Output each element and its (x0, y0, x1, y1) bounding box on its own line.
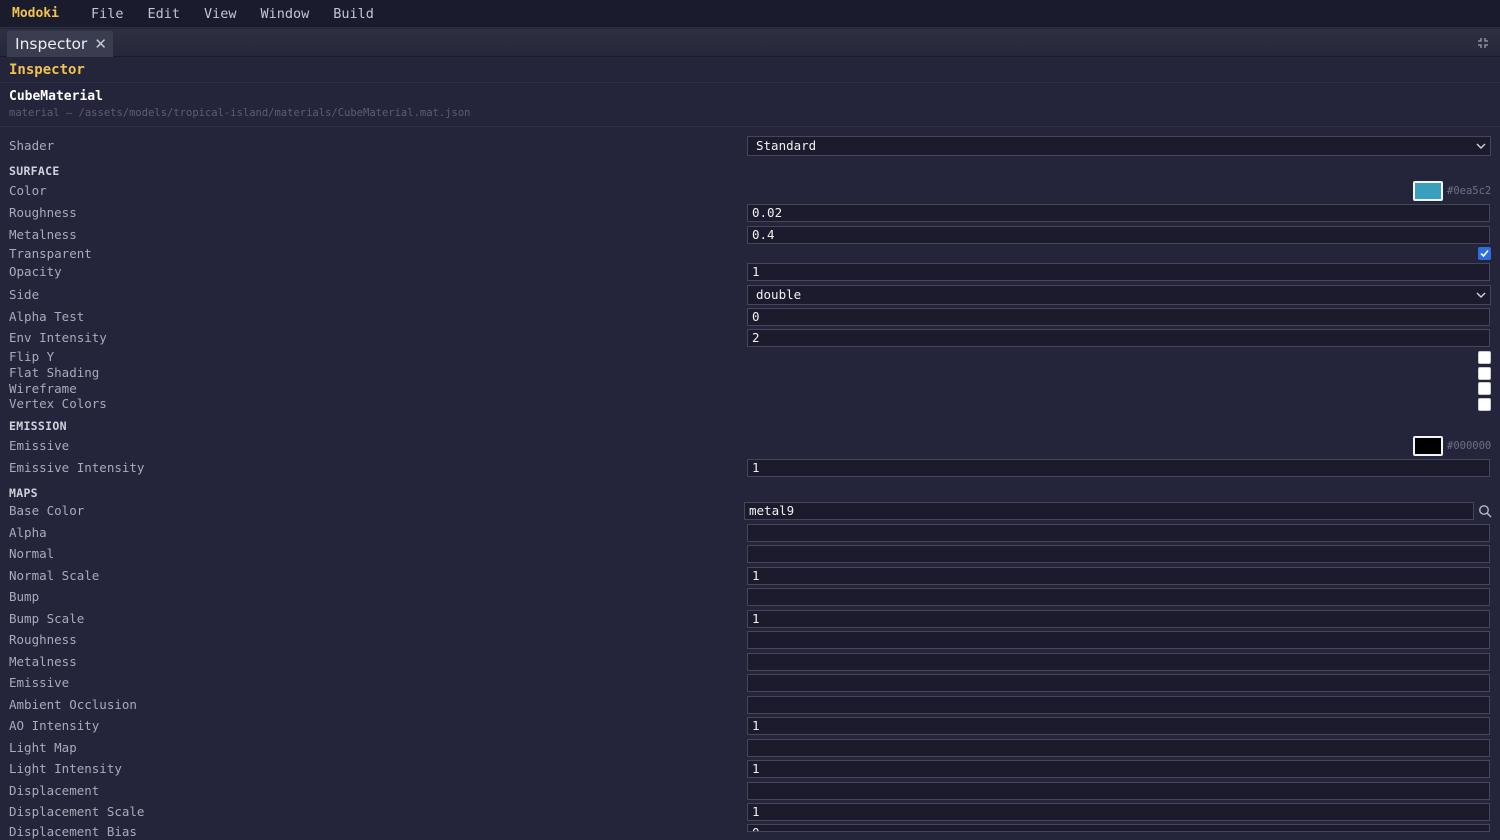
alpha-test-input[interactable]: 0 (747, 308, 1490, 326)
tab-inspector[interactable]: Inspector ✕ (7, 31, 113, 57)
map-label: Ambient Occlusion (9, 697, 137, 712)
metalness-label: Metalness (9, 227, 77, 242)
side-label: Side (9, 287, 40, 302)
map-label: Base Color (9, 503, 85, 518)
close-icon[interactable]: ✕ (94, 36, 107, 52)
alpha-test-label: Alpha Test (9, 309, 85, 324)
map-input[interactable]: 1 (747, 760, 1490, 778)
map-input[interactable]: 1 (747, 803, 1490, 821)
map-input[interactable] (747, 674, 1490, 692)
wireframe-checkbox[interactable] (1478, 382, 1491, 395)
flip-y-checkbox[interactable] (1478, 351, 1491, 364)
side-value: double (756, 287, 802, 302)
emissive-swatch[interactable] (1413, 436, 1443, 456)
map-input[interactable] (747, 696, 1490, 714)
flip-y-label: Flip Y (9, 349, 55, 364)
roughness-label: Roughness (9, 205, 77, 220)
map-label: Normal (9, 546, 55, 561)
color-swatch[interactable] (1413, 181, 1443, 201)
map-label: Emissive (9, 675, 70, 690)
transparent-label: Transparent (9, 246, 92, 261)
emissive-intensity-label: Emissive Intensity (9, 460, 145, 475)
asset-path: material — /assets/models/tropical-islan… (9, 107, 471, 119)
map-label: Light Map (9, 740, 77, 755)
map-input[interactable]: 1 (747, 610, 1490, 628)
map-label: Displacement Scale (9, 804, 145, 819)
vertex-colors-checkbox[interactable] (1478, 398, 1491, 411)
app-brand: Modoki (12, 6, 59, 21)
map-input[interactable]: 0 (747, 824, 1490, 832)
emissive-intensity-input[interactable]: 1 (747, 459, 1490, 477)
map-input[interactable]: 1 (747, 717, 1490, 735)
menu-bar: Modoki File Edit View Window Build (0, 0, 1500, 28)
menu-window[interactable]: Window (261, 6, 310, 22)
asset-name: CubeMaterial (9, 89, 103, 104)
side-select[interactable]: double (747, 285, 1491, 305)
flat-shading-checkbox[interactable] (1478, 367, 1491, 380)
map-input[interactable] (747, 782, 1490, 800)
map-input[interactable] (747, 739, 1490, 757)
divider (0, 82, 1500, 83)
shader-select[interactable]: Standard (747, 136, 1491, 156)
check-icon (1480, 249, 1489, 258)
map-label: Metalness (9, 654, 77, 669)
map-label: AO Intensity (9, 718, 100, 733)
compress-icon[interactable] (1477, 37, 1489, 49)
color-hex: #0ea5c2 (1447, 185, 1492, 197)
map-label: Bump (9, 589, 40, 604)
vertex-colors-label: Vertex Colors (9, 396, 107, 411)
tab-bar: Inspector ✕ (0, 29, 1500, 57)
map-label: Displacement (9, 783, 100, 798)
divider (0, 126, 1500, 127)
section-surface: SURFACE (9, 164, 60, 178)
map-label: Normal Scale (9, 568, 100, 583)
map-input[interactable] (747, 588, 1490, 606)
transparent-checkbox[interactable] (1478, 247, 1491, 260)
env-intensity-input[interactable]: 2 (747, 329, 1490, 347)
shader-value: Standard (756, 138, 817, 153)
section-maps: MAPS (9, 486, 38, 500)
opacity-label: Opacity (9, 264, 62, 279)
map-label: Alpha (9, 525, 47, 540)
shader-label: Shader (9, 138, 55, 153)
search-icon[interactable] (1478, 504, 1492, 518)
map-label: Bump Scale (9, 611, 85, 626)
emissive-label: Emissive (9, 438, 70, 453)
map-input[interactable] (747, 545, 1490, 563)
roughness-input[interactable]: 0.02 (747, 204, 1490, 222)
map-input[interactable] (747, 524, 1490, 542)
opacity-input[interactable]: 1 (747, 263, 1490, 281)
env-intensity-label: Env Intensity (9, 330, 107, 345)
menu-edit[interactable]: Edit (147, 6, 180, 22)
flat-shading-label: Flat Shading (9, 365, 100, 380)
menu-build[interactable]: Build (333, 6, 374, 22)
section-emission: EMISSION (9, 419, 67, 433)
panel-title: Inspector (9, 62, 85, 78)
map-input[interactable] (747, 653, 1490, 671)
menu-file[interactable]: File (91, 6, 124, 22)
map-label: Roughness (9, 632, 77, 647)
tab-title: Inspector (15, 35, 88, 53)
emissive-hex: #000000 (1447, 440, 1492, 452)
map-input[interactable]: 1 (747, 567, 1490, 585)
wireframe-label: Wireframe (9, 381, 77, 396)
color-label: Color (9, 183, 47, 198)
chevron-down-icon (1476, 143, 1486, 149)
map-label: Displacement Bias (9, 824, 137, 839)
map-input[interactable] (747, 631, 1490, 649)
menu-view[interactable]: View (204, 6, 237, 22)
base-color-map-input[interactable]: metal9 (744, 502, 1474, 520)
metalness-input[interactable]: 0.4 (747, 226, 1490, 244)
map-label: Light Intensity (9, 761, 122, 776)
chevron-down-icon (1476, 292, 1486, 298)
